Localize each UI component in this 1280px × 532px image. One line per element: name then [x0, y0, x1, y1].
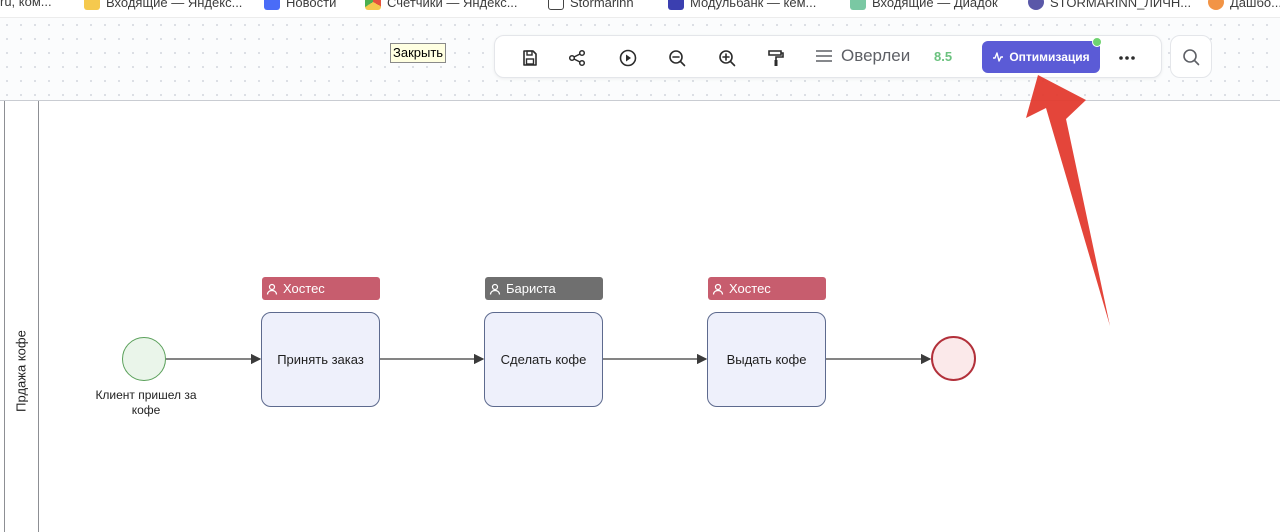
bookmark-item[interactable]: ru, ком...	[0, 0, 52, 9]
share-button[interactable]	[564, 45, 590, 71]
bookmark-item[interactable]: Входящие — Диадок	[850, 0, 998, 10]
profile-icon	[1028, 0, 1044, 10]
task-take-order[interactable]: Принять заказ	[261, 312, 380, 407]
save-button[interactable]	[517, 45, 543, 71]
page-icon	[548, 0, 564, 10]
bookmark-label: Модульбанк — кем...	[690, 0, 817, 10]
bookmark-label: STORMARINN_ЛИЧН...	[1050, 0, 1192, 10]
zoom-out-button[interactable]	[664, 45, 690, 71]
user-icon	[712, 283, 724, 295]
more-button[interactable]	[1114, 45, 1140, 71]
news-icon	[264, 0, 280, 10]
close-tooltip: Закрыть	[390, 43, 447, 63]
bookmark-item[interactable]: Модульбанк — кем...	[668, 0, 816, 10]
bookmark-label: Входящие — Яндекс...	[106, 0, 243, 10]
overlays-label: Оверлеи	[841, 46, 911, 65]
zoom-in-button[interactable]	[714, 45, 740, 71]
role-label: Хостес	[283, 281, 325, 296]
share-icon	[568, 49, 586, 67]
save-icon	[523, 50, 537, 66]
overlays-button[interactable]: Оверлеи	[815, 46, 910, 66]
optimize-button[interactable]: Оптимизация	[982, 41, 1100, 73]
bookmark-label: Новости	[286, 0, 337, 10]
zoom-in-icon	[719, 50, 736, 67]
role-label: Хостес	[729, 281, 771, 296]
bookmarks-bar: ru, ком... Входящие — Яндекс... Новости …	[0, 0, 1280, 18]
play-button[interactable]	[615, 45, 641, 71]
bookmark-label: Дашбо...	[1230, 0, 1280, 10]
bookmark-label: Stormarinn	[570, 0, 634, 10]
role-label: Бариста	[506, 281, 556, 296]
play-icon	[619, 49, 637, 67]
bookmark-label: ru, ком...	[0, 0, 52, 9]
task-label: Принять заказ	[277, 352, 364, 367]
bookmark-item[interactable]: Stormarinn	[548, 0, 634, 10]
bpmn-diagram: Прдажа кофе Клиент пришел за кофе Хостес…	[0, 100, 1280, 532]
bookmark-item[interactable]: Входящие — Яндекс...	[84, 0, 242, 10]
more-icon	[1119, 56, 1135, 60]
score-value: 8.5	[934, 49, 953, 64]
metrika-icon	[365, 0, 381, 10]
end-event[interactable]	[931, 336, 976, 381]
status-dot	[1092, 37, 1102, 47]
folder-icon	[84, 0, 100, 10]
menu-icon	[816, 50, 832, 62]
task-give-coffee[interactable]: Выдать кофе	[707, 312, 826, 407]
search-button[interactable]	[1170, 35, 1212, 78]
zoom-out-icon	[669, 50, 686, 67]
task-label: Выдать кофе	[726, 352, 807, 367]
role-badge: Хостес	[708, 277, 826, 300]
bookmark-label: Входящие — Диадок	[872, 0, 998, 10]
bookmark-item[interactable]: Дашбо...	[1208, 0, 1280, 10]
dashboard-icon	[1208, 0, 1224, 10]
task-make-coffee[interactable]: Сделать кофе	[484, 312, 603, 407]
user-icon	[489, 283, 501, 295]
optimize-label: Оптимизация	[1009, 50, 1090, 64]
bank-icon	[668, 0, 684, 10]
bookmark-item[interactable]: STORMARINN_ЛИЧН...	[1028, 0, 1191, 10]
format-painter-button[interactable]	[763, 45, 789, 71]
bookmark-item[interactable]: Новости	[264, 0, 336, 10]
start-event-label: Клиент пришел за кофе	[95, 388, 197, 417]
role-badge: Хостес	[262, 277, 380, 300]
bookmark-label: Счетчики — Яндекс...	[387, 0, 518, 10]
editor-toolbar: Оверлеи 8.5 Оптимизация	[494, 35, 1162, 78]
role-badge: Бариста	[485, 277, 603, 300]
search-icon	[1183, 48, 1200, 65]
sequence-flows	[166, 353, 932, 365]
activity-icon	[993, 52, 1004, 62]
user-icon	[266, 283, 278, 295]
diadoc-icon	[850, 0, 866, 10]
task-label: Сделать кофе	[500, 352, 587, 367]
start-event[interactable]	[122, 337, 166, 381]
format-painter-icon	[768, 50, 784, 66]
bookmark-item[interactable]: Счетчики — Яндекс...	[365, 0, 518, 10]
